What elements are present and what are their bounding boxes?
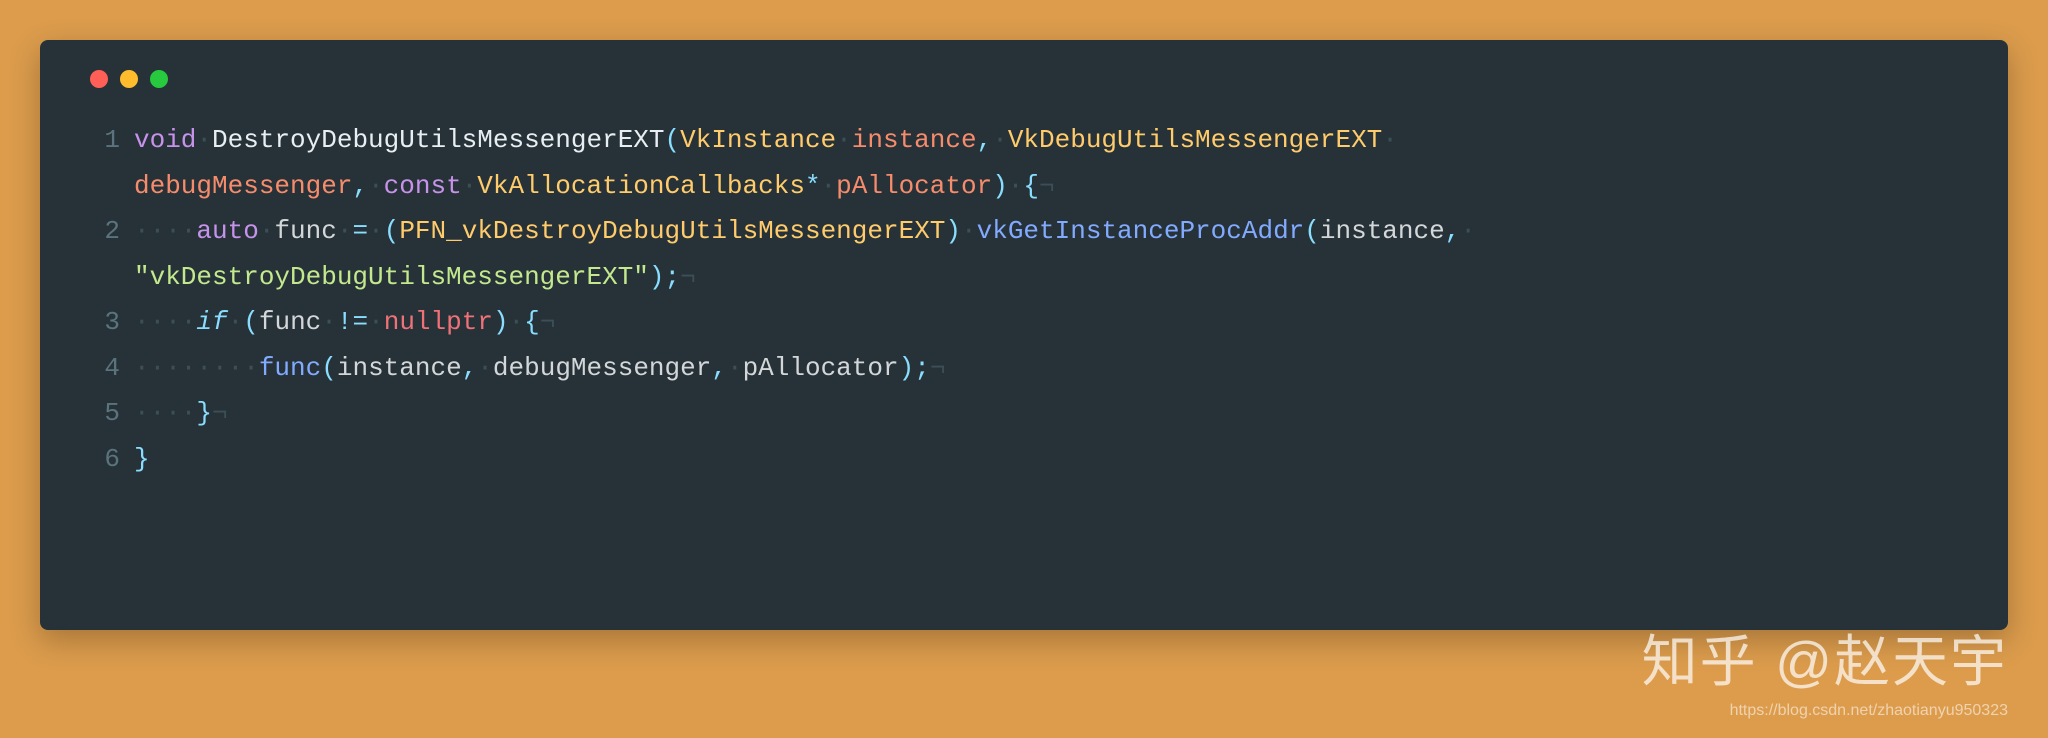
code-line: 3····if·(func·!=·nullptr)·{¬ <box>90 300 1958 346</box>
window-close-dot[interactable] <box>90 70 108 88</box>
neq: != <box>337 307 368 337</box>
type-vkalloc: VkAllocationCallbacks <box>477 171 805 201</box>
keyword-const: const <box>384 171 462 201</box>
whitespace: · <box>961 216 977 246</box>
watermark-author: 知乎 @赵天宇 <box>1642 617 2008 698</box>
whitespace: · <box>462 171 478 201</box>
arg-pallocator: pAllocator <box>743 353 899 383</box>
whitespace: ···· <box>134 307 196 337</box>
code-line: 6} <box>90 437 1958 483</box>
line-number: 5 <box>90 391 120 437</box>
line-number: 6 <box>90 437 120 483</box>
rbrace: } <box>134 444 150 474</box>
line-number: 4 <box>90 346 120 392</box>
eol-marker: ¬ <box>930 353 946 383</box>
arg-debugmessenger: debugMessenger <box>493 353 711 383</box>
param-pallocator: pAllocator <box>836 171 992 201</box>
rparen: ) <box>945 216 961 246</box>
comma: , <box>711 353 727 383</box>
rbrace: } <box>196 398 212 428</box>
whitespace: · <box>368 307 384 337</box>
assign: = <box>352 216 368 246</box>
whitespace: · <box>836 125 852 155</box>
arg-instance: instance <box>337 353 462 383</box>
lparen: ( <box>243 307 259 337</box>
param-instance: instance <box>852 125 977 155</box>
whitespace: · <box>228 307 244 337</box>
eol-marker: ¬ <box>680 262 696 292</box>
rparen: ) <box>899 353 915 383</box>
lparen: ( <box>1304 216 1320 246</box>
type-vkinstance: VkInstance <box>680 125 836 155</box>
watermark-url: https://blog.csdn.net/zhaotianyu950323 <box>1730 702 2008 720</box>
lparen: ( <box>665 125 681 155</box>
comma: , <box>462 353 478 383</box>
lbrace: { <box>1023 171 1039 201</box>
nullptr: nullptr <box>384 307 493 337</box>
whitespace: · <box>259 216 275 246</box>
window-controls <box>90 70 1958 88</box>
eol-marker: ¬ <box>1039 171 1055 201</box>
whitespace: · <box>509 307 525 337</box>
line-number: 1 <box>90 118 120 164</box>
comma: , <box>352 171 368 201</box>
code-line: 5 ····}¬ <box>90 391 1958 437</box>
code-line: 4········func(instance,·debugMessenger,·… <box>90 346 1958 392</box>
string-literal: "vkDestroyDebugUtilsMessengerEXT" <box>134 262 649 292</box>
semicolon: ; <box>914 353 930 383</box>
code-line: 2····auto·func·=·(PFN_vkDestroyDebugUtil… <box>90 209 1958 255</box>
line-number: 2 <box>90 209 120 255</box>
keyword-if: if <box>196 307 227 337</box>
var-func: func <box>259 307 321 337</box>
whitespace: · <box>821 171 837 201</box>
lparen: ( <box>384 216 400 246</box>
lparen: ( <box>321 353 337 383</box>
whitespace: · <box>196 125 212 155</box>
code-line: 1void·DestroyDebugUtilsMessengerEXT(VkIn… <box>90 118 1958 164</box>
arg-instance: instance <box>1320 216 1445 246</box>
comma: , <box>1445 216 1461 246</box>
var-func: func <box>274 216 336 246</box>
code-line-continuation: "vkDestroyDebugUtilsMessengerEXT");¬ <box>90 255 1958 301</box>
code-line-continuation: debugMessenger,·const·VkAllocationCallba… <box>90 164 1958 210</box>
pointer-star: * <box>805 171 821 201</box>
window-minimize-dot[interactable] <box>120 70 138 88</box>
whitespace: ···· <box>134 398 196 428</box>
fn-vkgetprocaddr: vkGetInstanceProcAddr <box>977 216 1305 246</box>
function-name: DestroyDebugUtilsMessengerEXT <box>212 125 664 155</box>
whitespace: ···· <box>134 216 196 246</box>
whitespace: · <box>1382 125 1398 155</box>
type-vkdebugmessenger: VkDebugUtilsMessengerEXT <box>1008 125 1382 155</box>
whitespace: · <box>477 353 493 383</box>
eol-marker: ¬ <box>540 307 556 337</box>
fn-call-func: func <box>259 353 321 383</box>
whitespace: · <box>1008 171 1024 201</box>
lbrace: { <box>524 307 540 337</box>
rparen: ) <box>493 307 509 337</box>
whitespace: · <box>321 307 337 337</box>
rparen: ) <box>992 171 1008 201</box>
line-number: 3 <box>90 300 120 346</box>
keyword-void: void <box>134 125 196 155</box>
keyword-auto: auto <box>196 216 258 246</box>
whitespace: · <box>992 125 1008 155</box>
window-maximize-dot[interactable] <box>150 70 168 88</box>
whitespace: · <box>368 171 384 201</box>
whitespace: · <box>727 353 743 383</box>
type-pfn: PFN_vkDestroyDebugUtilsMessengerEXT <box>399 216 945 246</box>
eol-marker: ¬ <box>212 398 228 428</box>
whitespace: · <box>1460 216 1476 246</box>
code-area: 1void·DestroyDebugUtilsMessengerEXT(VkIn… <box>90 118 1958 482</box>
semicolon: ; <box>665 262 681 292</box>
rparen: ) <box>649 262 665 292</box>
whitespace: · <box>368 216 384 246</box>
whitespace: · <box>337 216 353 246</box>
whitespace: ········ <box>134 353 259 383</box>
code-window: 1void·DestroyDebugUtilsMessengerEXT(VkIn… <box>40 40 2008 630</box>
comma: , <box>977 125 993 155</box>
param-debugmessenger: debugMessenger <box>134 171 352 201</box>
